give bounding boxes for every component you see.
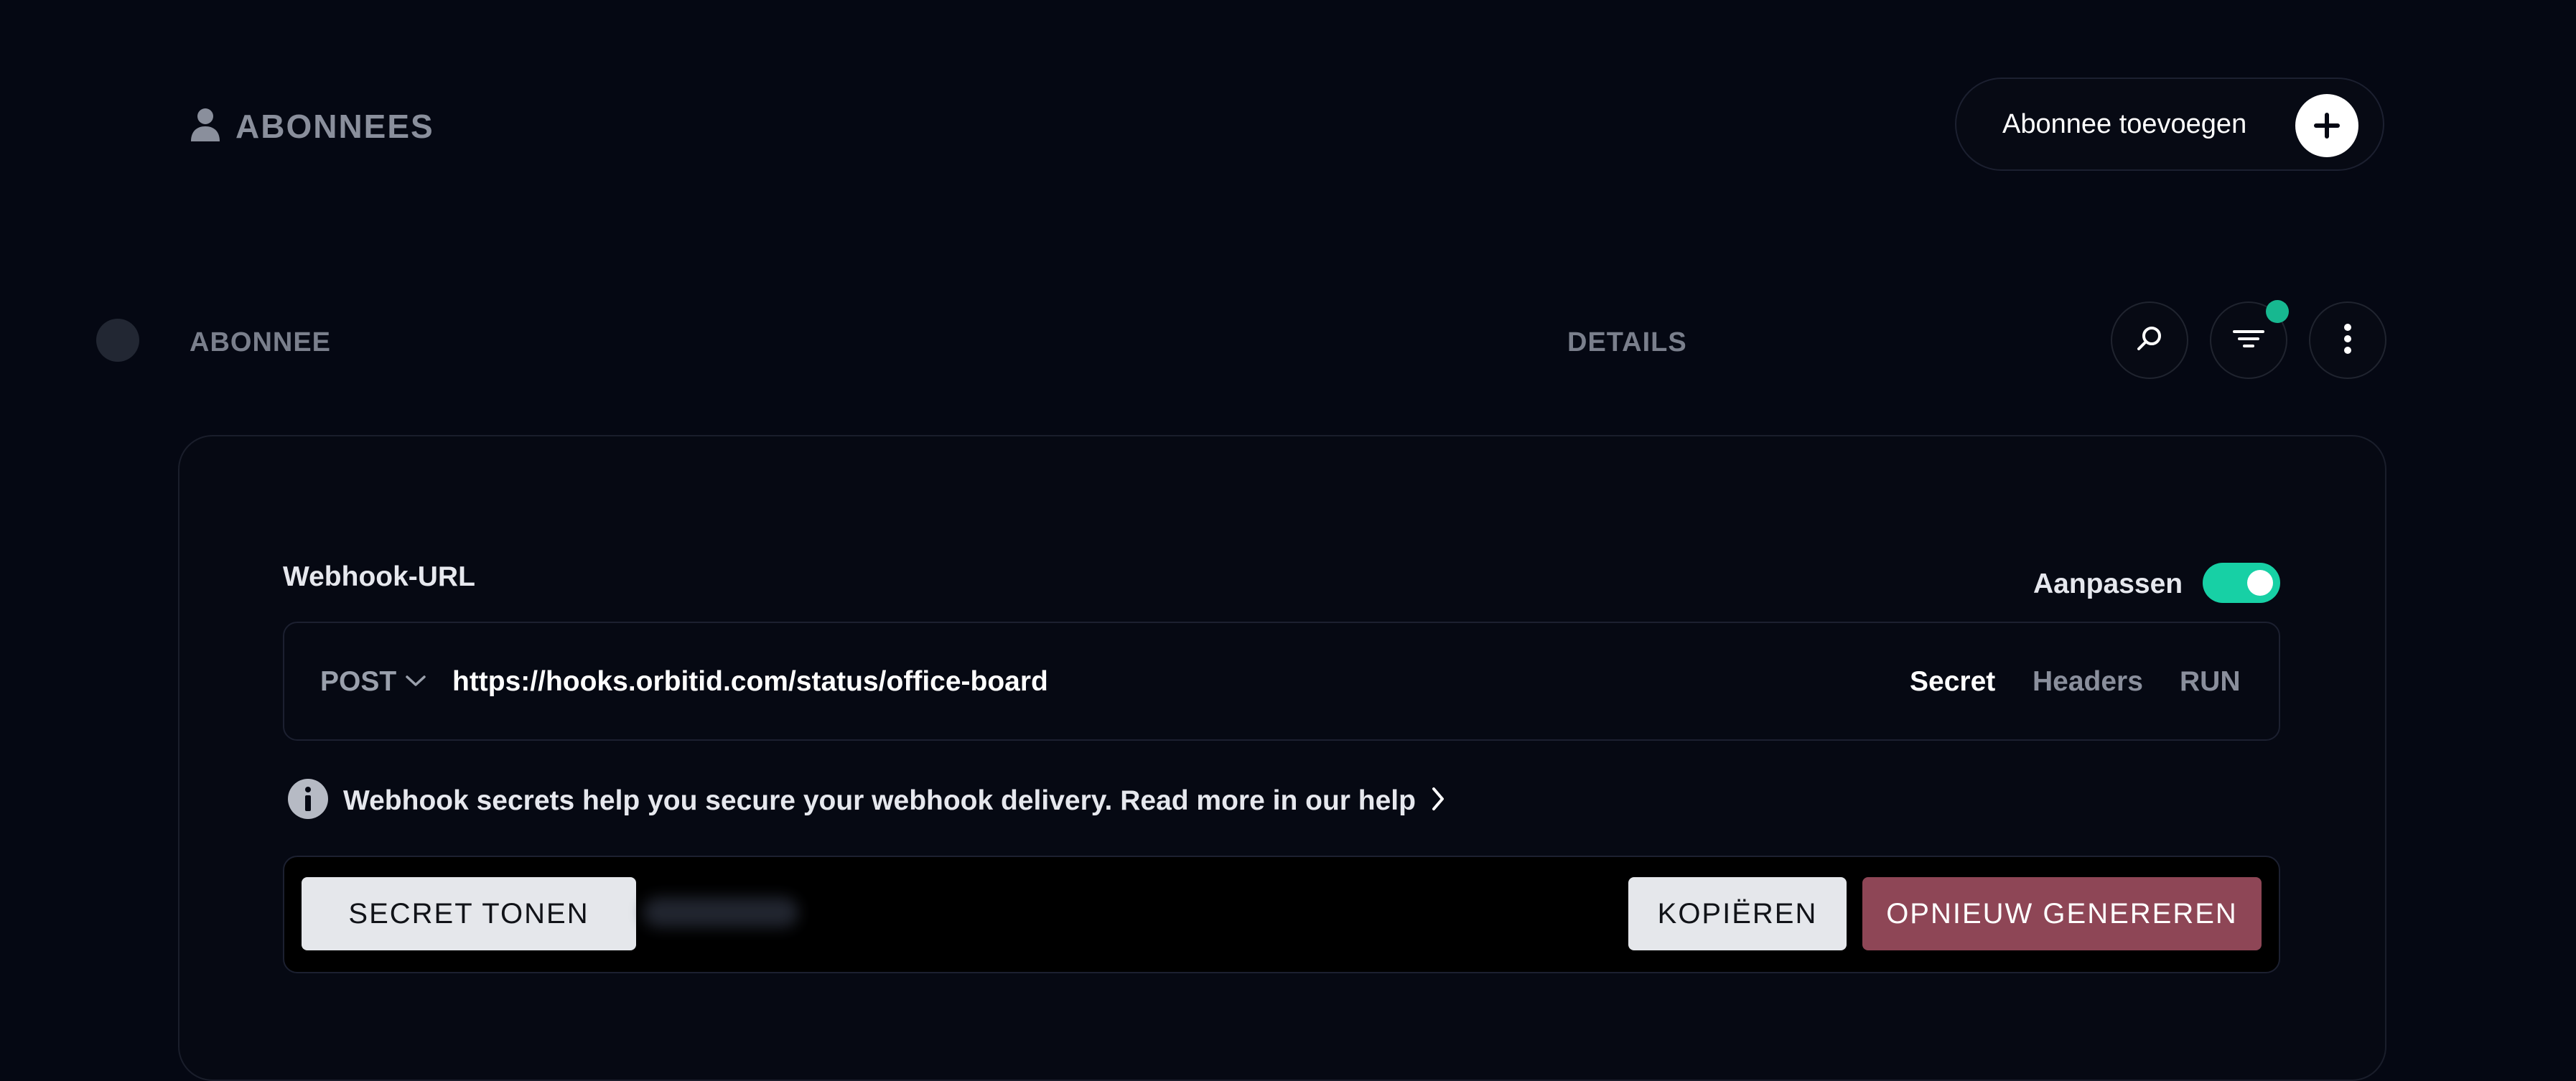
toggle-knob (2247, 570, 2273, 596)
person-icon (190, 107, 221, 146)
regenerate-button[interactable]: OPNIEUW GENEREREN (1862, 877, 2262, 950)
search-button[interactable] (2111, 301, 2188, 379)
hidden-secret-value (643, 897, 798, 927)
help-info-row: Webhook secrets help you secure your web… (287, 778, 1446, 823)
plus-icon (2295, 94, 2358, 157)
help-link[interactable]: Webhook secrets help you secure your web… (343, 785, 1416, 817)
customize-toggle[interactable] (2203, 563, 2280, 603)
add-subscriber-label: Abonnee toevoegen (2002, 108, 2247, 139)
http-method-select[interactable]: POST (320, 666, 426, 698)
select-all-checkbox[interactable] (96, 319, 139, 362)
webhook-url-label: Webhook-URL (283, 561, 475, 592)
info-icon (287, 778, 329, 823)
search-icon (2134, 323, 2165, 358)
more-options-button[interactable] (2309, 301, 2386, 379)
filter-active-badge (2266, 300, 2289, 323)
webhook-url-input[interactable]: https://hooks.orbitid.com/status/office-… (452, 666, 1048, 698)
chevron-down-icon (405, 673, 426, 691)
show-secret-button[interactable]: SECRET TONEN (302, 877, 636, 950)
webhook-card (178, 435, 2386, 1081)
page-header: ABONNEES (190, 105, 434, 148)
tab-headers[interactable]: Headers (2033, 666, 2143, 698)
page-title: ABONNEES (235, 108, 434, 145)
column-header-details[interactable]: DETAILS (1567, 327, 1687, 358)
tab-run[interactable]: RUN (2180, 666, 2241, 698)
chevron-right-icon (1430, 786, 1446, 815)
tab-secret[interactable]: Secret (1910, 666, 1995, 698)
customize-label: Aanpassen (2033, 568, 2183, 599)
filter-icon (2231, 324, 2266, 357)
add-subscriber-button[interactable]: Abonnee toevoegen (1955, 78, 2384, 171)
column-header-subscriber[interactable]: ABONNEE (190, 327, 331, 358)
more-vertical-icon (2343, 323, 2352, 358)
copy-button[interactable]: KOPIËREN (1628, 877, 1847, 950)
http-method-value: POST (320, 666, 397, 697)
